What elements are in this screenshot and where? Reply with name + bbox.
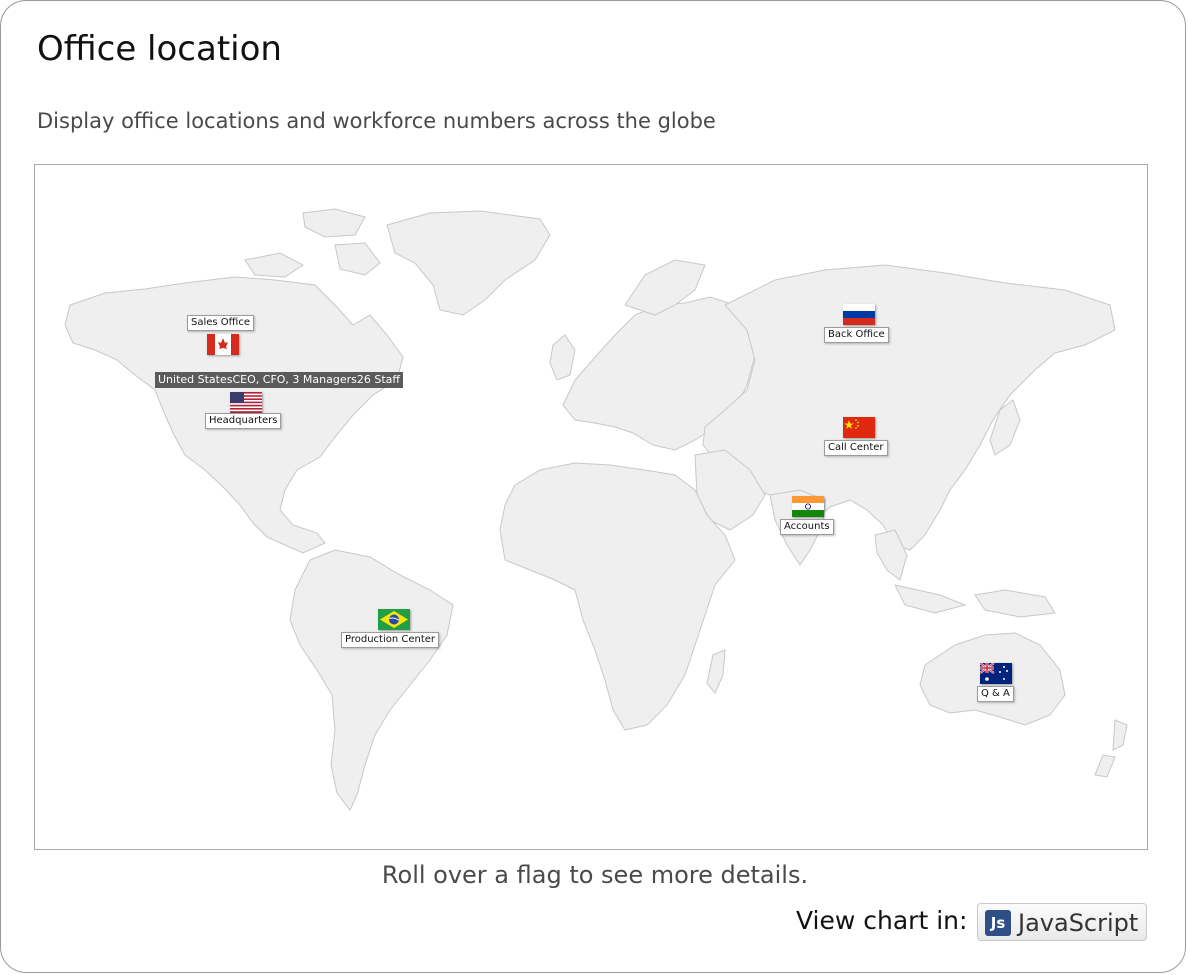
office-label-back-office: Back Office bbox=[824, 327, 889, 343]
office-label-accounts: Accounts bbox=[780, 519, 834, 535]
arctic-islands-shape-3 bbox=[244, 252, 304, 278]
page-subtitle: Display office locations and workforce n… bbox=[37, 109, 716, 133]
view-chart-in-label: View chart in: bbox=[796, 906, 968, 935]
asia-shape bbox=[702, 264, 1116, 551]
javascript-icon: Js bbox=[985, 910, 1011, 936]
india-flag-icon[interactable] bbox=[792, 496, 824, 517]
office-label-production-center: Production Center bbox=[341, 632, 440, 648]
office-label-call-center: Call Center bbox=[824, 440, 888, 456]
africa-shape bbox=[499, 462, 736, 731]
rollover-hint: Roll over a flag to see more details. bbox=[381, 861, 809, 889]
china-flag-icon[interactable] bbox=[843, 417, 875, 438]
new-zealand-shape bbox=[1112, 719, 1128, 751]
brazil-flag-icon[interactable] bbox=[378, 609, 410, 630]
office-label-headquarters: Headquarters bbox=[205, 413, 282, 429]
madagascar-shape bbox=[706, 649, 726, 694]
javascript-button[interactable]: Js JavaScript bbox=[977, 903, 1147, 941]
flag-tooltip: United StatesCEO, CFO, 3 Managers26 Staf… bbox=[155, 372, 403, 388]
javascript-button-label: JavaScript bbox=[1018, 909, 1139, 937]
indonesia-shape-2 bbox=[974, 589, 1056, 618]
south-america-shape bbox=[289, 549, 454, 811]
new-zealand-shape-2 bbox=[1094, 754, 1116, 778]
office-label-sales-office: Sales Office bbox=[187, 315, 254, 331]
page-title: Office location bbox=[37, 29, 282, 69]
office-label-q-and-a: Q & A bbox=[977, 686, 1014, 702]
indonesia-shape bbox=[894, 584, 967, 614]
uk-shape bbox=[549, 334, 576, 381]
arctic-islands-shape-2 bbox=[334, 242, 381, 276]
chart-card: Office location Display office locations… bbox=[0, 0, 1186, 973]
australia-flag-icon[interactable] bbox=[980, 663, 1012, 684]
arctic-islands-shape bbox=[302, 208, 366, 238]
usa-flag-icon[interactable] bbox=[230, 392, 262, 413]
russia-flag-icon[interactable] bbox=[843, 304, 875, 325]
world-map[interactable]: United StatesCEO, CFO, 3 Managers26 Staf… bbox=[34, 164, 1148, 850]
greenland-shape bbox=[386, 210, 551, 316]
canada-flag-icon[interactable] bbox=[207, 334, 239, 355]
world-map-land bbox=[64, 208, 1128, 811]
